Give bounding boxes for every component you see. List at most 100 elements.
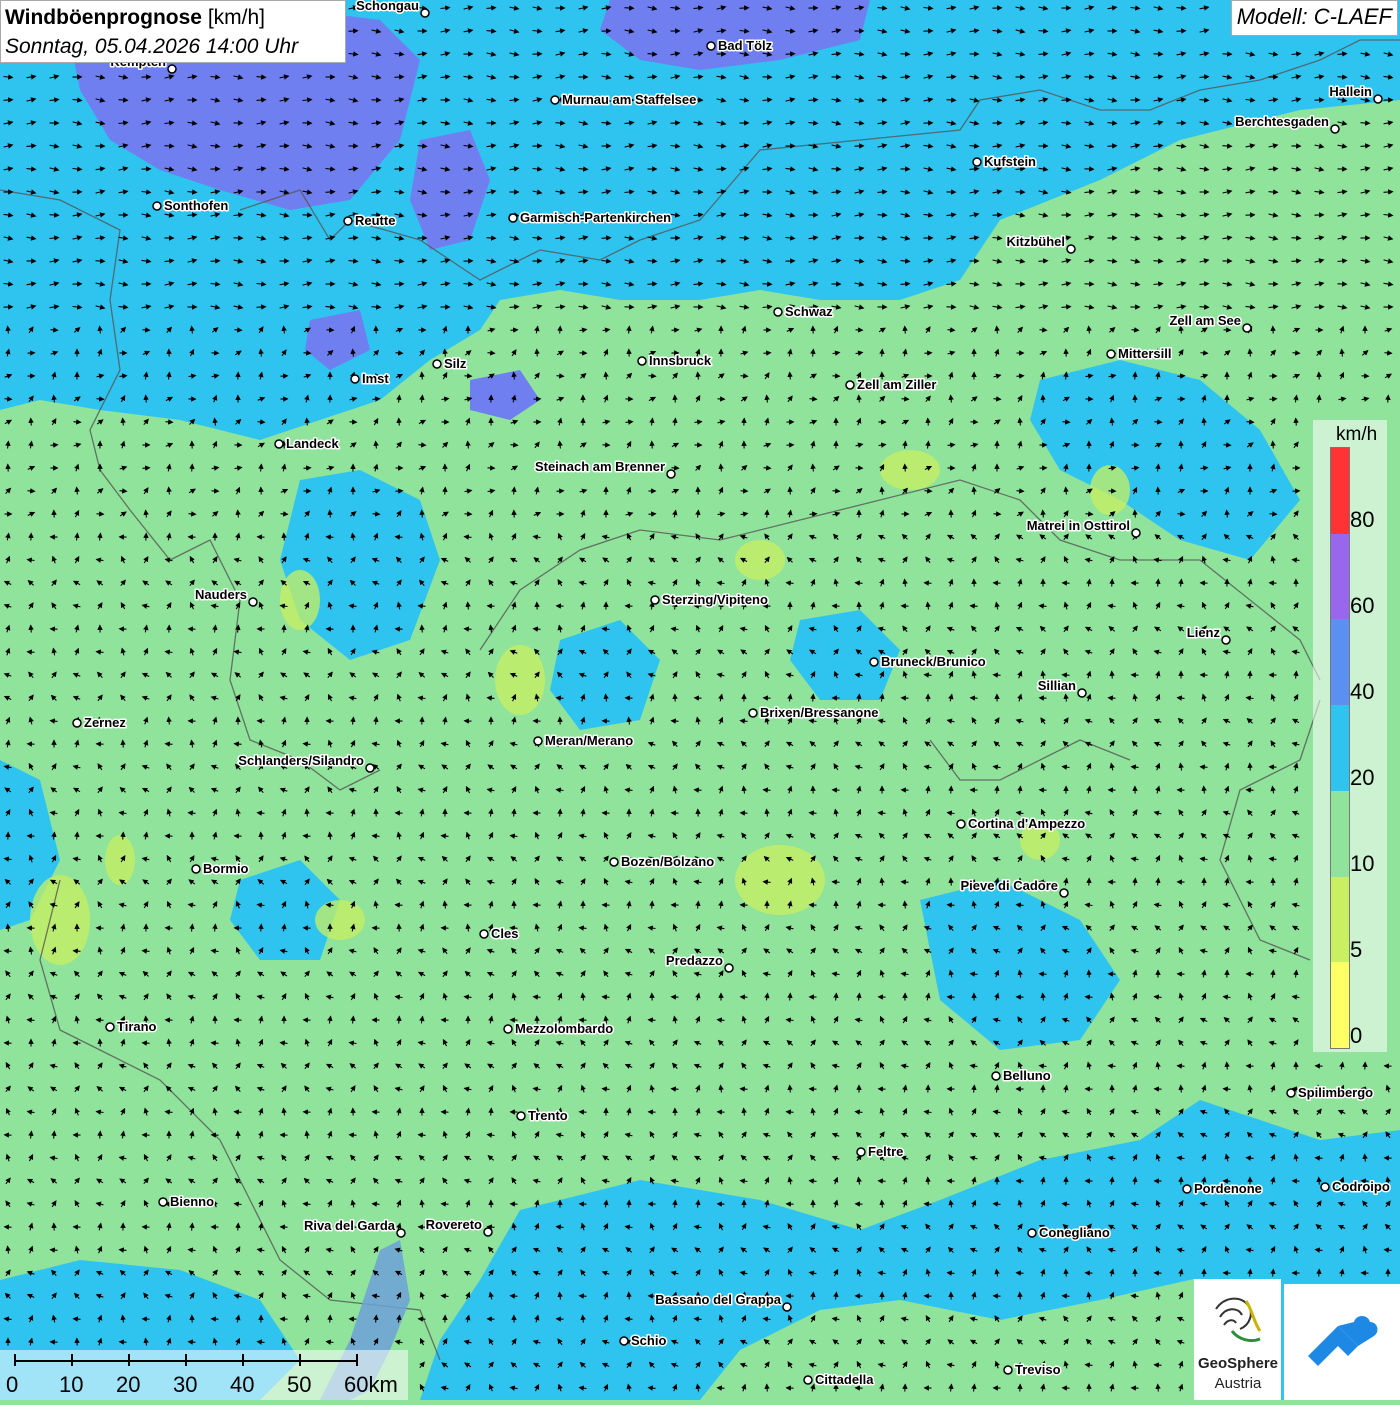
app-logo[interactable] (1284, 1284, 1400, 1400)
wind-arrow (119, 100, 128, 101)
wind-arrow (399, 419, 400, 426)
wind-gust-map[interactable]: SchongauBad TölzKemptenMurnau am Staffel… (0, 0, 1400, 1400)
wind-arrow (1154, 261, 1163, 262)
city-marker[interactable]: Spilimbergo (1287, 1085, 1373, 1100)
city-label: Silz (444, 356, 467, 371)
city-dot (73, 719, 81, 727)
wind-arrow (672, 721, 679, 722)
city-dot (275, 440, 283, 448)
city-marker[interactable]: Brixen/Bressanone (749, 705, 879, 720)
city-dot (509, 214, 517, 222)
city-label: Steinach am Brenner (535, 459, 665, 474)
city-dot (992, 1072, 1000, 1080)
wind-arrow (649, 1020, 656, 1021)
wind-arrow (767, 1385, 768, 1392)
city-dot (804, 1376, 812, 1384)
wind-arrow (511, 330, 518, 331)
wind-arrow (629, 1293, 630, 1300)
scale-tick (185, 1354, 187, 1366)
city-marker[interactable]: Codroipo (1321, 1179, 1390, 1194)
city-label: Rovereto (426, 1217, 482, 1232)
wind-arrow (951, 787, 952, 794)
city-marker[interactable]: Garmisch-Partenkirchen (509, 210, 671, 225)
scale-label: 10 (59, 1372, 83, 1398)
wind-arrow (5, 399, 12, 400)
city-dot (1067, 245, 1075, 253)
legend-segment (1331, 448, 1349, 534)
city-marker[interactable]: Zell am Ziller (846, 377, 936, 392)
city-marker[interactable]: Pordenone (1183, 1181, 1262, 1196)
wind-arrow (1293, 353, 1300, 354)
city-marker[interactable]: Conegliano (1028, 1225, 1110, 1240)
wind-arrow (1017, 376, 1024, 377)
city-dot (651, 596, 659, 604)
wind-arrow (419, 445, 426, 446)
title-text: Windböenprognose (5, 6, 202, 29)
wind-arrow (672, 330, 679, 331)
city-dot (480, 930, 488, 938)
wind-arrow (192, 465, 193, 472)
city-dot (366, 764, 374, 772)
wind-arrow (695, 790, 702, 791)
city-marker[interactable]: Bozen/Bolzano (610, 854, 714, 869)
city-label: Innsbruck (649, 353, 712, 368)
wind-arrow (396, 537, 403, 538)
legend-tick-label: 40 (1350, 679, 1374, 705)
city-dot (534, 737, 542, 745)
wind-arrow (1316, 1158, 1323, 1159)
wind-arrow (330, 1316, 331, 1323)
geosphere-logo-text: GeoSphere (1196, 1355, 1280, 1372)
wind-arrow (1270, 399, 1277, 400)
city-dot (397, 1229, 405, 1237)
wind-arrow (441, 192, 450, 193)
city-label: Bruneck/Brunico (881, 654, 986, 669)
wind-arrow (534, 997, 541, 998)
wind-arrow (1066, 1270, 1067, 1277)
wind-arrow (465, 629, 472, 630)
wetter-app-icon (1284, 1284, 1400, 1400)
city-label: Bozen/Bolzano (621, 854, 714, 869)
city-marker[interactable]: Innsbruck (638, 353, 712, 368)
city-marker[interactable]: Bruneck/Brunico (870, 654, 986, 669)
city-label: Reutte (355, 213, 395, 228)
city-label: Predazzo (666, 953, 723, 968)
wind-arrow (1224, 1089, 1231, 1090)
wind-arrow (1040, 330, 1047, 331)
scale-tick (14, 1354, 16, 1366)
city-marker[interactable]: Cittadella (804, 1372, 874, 1387)
city-label: Mittersill (1118, 346, 1171, 361)
wind-arrow (212, 1043, 219, 1044)
city-marker[interactable]: Sterzing/Vipiteno (651, 592, 768, 607)
wind-arrow (1020, 1293, 1021, 1300)
city-label: Kufstein (984, 154, 1036, 169)
wind-arrow (281, 514, 288, 515)
wind-arrow (50, 215, 59, 216)
wind-arrow (602, 238, 611, 239)
wind-arrow (557, 698, 564, 699)
wind-arrow (902, 399, 909, 400)
wind-arrow (905, 465, 906, 472)
wind-arrow (419, 606, 426, 607)
city-marker[interactable]: Mezzolombardo (504, 1021, 613, 1036)
city-marker[interactable]: Sonthofen (153, 198, 228, 213)
wind-arrow (211, 261, 220, 262)
wind-arrow (947, 100, 956, 101)
wind-arrow (993, 215, 1002, 216)
city-dot (749, 709, 757, 717)
city-dot (973, 158, 981, 166)
city-marker[interactable]: Murnau am Staffelsee (551, 92, 696, 107)
city-label: Brixen/Bressanone (760, 705, 879, 720)
wind-arrow (740, 8, 749, 9)
city-label: Murnau am Staffelsee (562, 92, 696, 107)
city-marker[interactable]: Meran/Merano (534, 733, 633, 748)
city-label: Pordenone (1194, 1181, 1262, 1196)
city-label: Matrei in Osttirol (1027, 518, 1130, 533)
wind-arrow (166, 744, 173, 745)
city-marker[interactable]: Cortina d'Ampezzo (957, 816, 1085, 831)
wind-arrow (51, 1250, 58, 1251)
wind-arrow (1201, 767, 1208, 768)
city-label: Bad Tölz (718, 38, 773, 53)
city-label: Zernez (84, 715, 126, 730)
wind-arrow (1086, 997, 1093, 998)
wind-arrow (74, 422, 81, 423)
